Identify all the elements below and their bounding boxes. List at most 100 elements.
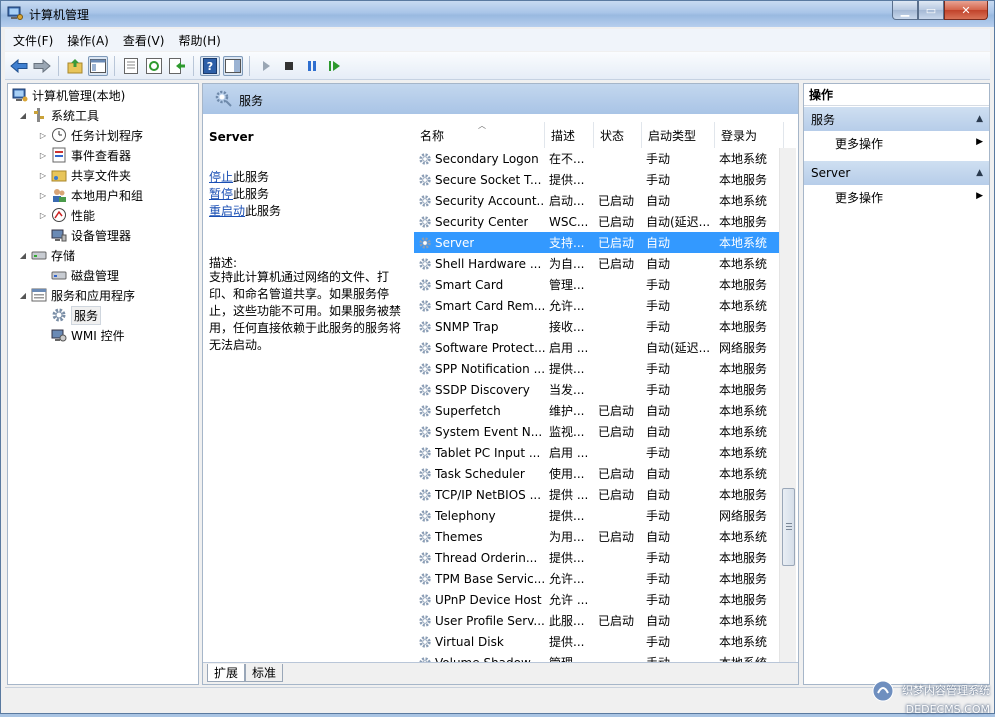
expand-icon[interactable]: ▷ bbox=[38, 171, 48, 180]
gear-icon bbox=[419, 446, 431, 459]
pause-service-link[interactable]: 暂停 bbox=[209, 187, 233, 201]
tree-item-shared-folders[interactable]: ▷ 共享文件夹 bbox=[38, 165, 131, 185]
restart-service-button[interactable] bbox=[325, 56, 345, 76]
column-header-name[interactable]: ︿ 名称 bbox=[414, 121, 545, 148]
table-row[interactable]: Telephony 提供... 手动 网络服务 bbox=[414, 505, 784, 526]
menu-file[interactable]: 文件(F) bbox=[5, 32, 59, 49]
tree-item-performance[interactable]: ▷ 性能 bbox=[38, 205, 95, 225]
collapse-icon[interactable]: ◢ bbox=[18, 291, 28, 300]
more-actions-server[interactable]: 更多操作 ▶ bbox=[804, 186, 989, 208]
start-service-button[interactable] bbox=[256, 56, 276, 76]
table-row[interactable]: TCP/IP NetBIOS ... 提供 ... 已启动 自动 本地服务 bbox=[414, 484, 784, 505]
service-description-cell: 维护... bbox=[549, 404, 585, 418]
table-row[interactable]: Themes 为用... 已启动 自动 本地系统 bbox=[414, 526, 784, 547]
properties-button[interactable] bbox=[121, 56, 141, 76]
service-logon-cell: 本地系统 bbox=[719, 152, 768, 166]
title-bar[interactable]: 计算机管理 ▁ ▭ ✕ bbox=[1, 1, 994, 27]
device-manager-icon bbox=[51, 229, 67, 242]
users-icon bbox=[53, 189, 66, 202]
table-row[interactable]: Security Account... 启动... 已启动 自动 本地系统 bbox=[414, 190, 784, 211]
collapse-icon[interactable]: ◢ bbox=[18, 111, 28, 120]
service-description-cell: 提供... bbox=[549, 173, 585, 187]
forward-button[interactable] bbox=[32, 56, 52, 76]
table-row[interactable]: UPnP Device Host 允许 ... 手动 本地服务 bbox=[414, 589, 784, 610]
tree-item-disk-management[interactable]: 磁盘管理 bbox=[51, 265, 119, 285]
more-actions-services[interactable]: 更多操作 ▶ bbox=[804, 132, 989, 154]
expand-icon[interactable]: ▷ bbox=[38, 131, 48, 140]
table-row[interactable]: Tablet PC Input ... 启用 ... 手动 本地系统 bbox=[414, 442, 784, 463]
stop-service-button[interactable] bbox=[279, 56, 299, 76]
actions-section-services[interactable]: 服务 ▲ bbox=[804, 107, 989, 131]
tree-item-local-users[interactable]: ▷ 本地用户和组 bbox=[38, 185, 143, 205]
refresh-button[interactable] bbox=[144, 56, 164, 76]
expand-icon[interactable]: ▷ bbox=[38, 151, 48, 160]
table-row[interactable]: SNMP Trap 接收... 手动 本地服务 bbox=[414, 316, 784, 337]
submenu-arrow-icon: ▶ bbox=[976, 137, 983, 147]
minimize-button[interactable]: ▁ bbox=[892, 1, 918, 20]
actions-section-server[interactable]: Server ▲ bbox=[804, 161, 989, 185]
table-row[interactable]: Server 支持... 已启动 自动 本地系统 bbox=[414, 232, 784, 253]
export-list-button[interactable] bbox=[167, 56, 187, 76]
vertical-scrollbar[interactable] bbox=[779, 148, 796, 662]
table-row[interactable]: SPP Notification ... 提供... 手动 本地服务 bbox=[414, 358, 784, 379]
column-header-description[interactable]: 描述 bbox=[545, 122, 594, 148]
menu-help[interactable]: 帮助(H) bbox=[170, 32, 226, 49]
table-row[interactable]: Virtual Disk 提供... 手动 本地系统 bbox=[414, 631, 784, 652]
table-row[interactable]: Task Scheduler 使用... 已启动 自动 本地系统 bbox=[414, 463, 784, 484]
table-row[interactable]: Software Protect... 启用 ... 自动(延迟... 网络服务 bbox=[414, 337, 784, 358]
restart-service-link[interactable]: 重启动 bbox=[209, 204, 245, 218]
table-row[interactable]: Thread Orderin... 提供... 手动 本地服务 bbox=[414, 547, 784, 568]
service-name-cell: SNMP Trap bbox=[414, 320, 545, 334]
help-button[interactable]: ? bbox=[200, 55, 220, 76]
table-row[interactable]: Secondary Logon 在不... 手动 本地系统 bbox=[414, 148, 784, 169]
expand-icon[interactable]: ▷ bbox=[38, 211, 48, 220]
tree-item-label: 服务和应用程序 bbox=[51, 288, 136, 303]
tree-item-services[interactable]: 服务 bbox=[51, 305, 102, 325]
table-row[interactable]: SSDP Discovery 当发... 手动 本地服务 bbox=[414, 379, 784, 400]
tree-item-storage[interactable]: ◢ 存储 bbox=[18, 245, 75, 265]
actions-title: 操作 bbox=[804, 84, 989, 106]
table-row[interactable]: Smart Card 管理... 手动 本地服务 bbox=[414, 274, 784, 295]
show-hide-action-pane-button[interactable] bbox=[223, 55, 243, 76]
selected-service-name: Server bbox=[209, 130, 254, 144]
table-row[interactable]: Secure Socket T... 提供... 手动 本地服务 bbox=[414, 169, 784, 190]
scrollbar-thumb[interactable] bbox=[782, 488, 795, 566]
tree-item-device-manager[interactable]: 设备管理器 bbox=[51, 225, 131, 245]
table-row[interactable]: Security Center WSC... 已启动 自动(延迟... 本地服务 bbox=[414, 211, 784, 232]
stop-service-link[interactable]: 停止 bbox=[209, 170, 233, 184]
table-row[interactable]: System Event N... 监视... 已启动 自动 本地系统 bbox=[414, 421, 784, 442]
menu-action[interactable]: 操作(A) bbox=[59, 32, 115, 49]
back-button[interactable] bbox=[9, 56, 29, 76]
show-hide-tree-button[interactable] bbox=[88, 55, 108, 76]
tab-standard[interactable]: 标准 bbox=[245, 664, 284, 682]
table-row[interactable]: User Profile Serv... 此服... 已启动 自动 本地系统 bbox=[414, 610, 784, 631]
expand-icon[interactable]: ▷ bbox=[38, 191, 48, 200]
tab-extended[interactable]: 扩展 bbox=[207, 664, 246, 682]
restart-service-row: 重启动此服务 bbox=[209, 202, 281, 219]
service-status-cell: 已启动 bbox=[598, 467, 635, 481]
column-header-log-on-as[interactable]: 登录为 bbox=[715, 122, 784, 148]
service-status-cell: 已启动 bbox=[598, 215, 635, 229]
toolbar: ? bbox=[5, 52, 990, 80]
column-header-startup-type[interactable]: 启动类型 bbox=[642, 122, 715, 148]
table-row[interactable]: Superfetch 维护... 已启动 自动 本地系统 bbox=[414, 400, 784, 421]
tree-item-event-viewer[interactable]: ▷ 事件查看器 bbox=[38, 145, 131, 165]
table-row[interactable]: TPM Base Servic... 允许... 手动 本地服务 bbox=[414, 568, 784, 589]
table-row[interactable]: Volume Shadow ...管理...手动本地系统 bbox=[414, 652, 784, 662]
column-header-status[interactable]: 状态 bbox=[594, 122, 642, 148]
maximize-button[interactable]: ▭ bbox=[918, 1, 944, 20]
tree-item-wmi[interactable]: WMI 控件 bbox=[51, 325, 125, 345]
tree-item-system-tools[interactable]: ◢ 系统工具 bbox=[18, 105, 99, 125]
close-button[interactable]: ✕ bbox=[944, 1, 988, 20]
pause-service-button[interactable] bbox=[302, 56, 322, 76]
table-row[interactable]: Shell Hardware ... 为自... 已启动 自动 本地系统 bbox=[414, 253, 784, 274]
tree-item-task-scheduler[interactable]: ▷ 任务计划程序 bbox=[38, 125, 143, 145]
table-row[interactable]: Smart Card Rem... 允许... 手动 本地系统 bbox=[414, 295, 784, 316]
up-level-button[interactable] bbox=[65, 56, 85, 76]
service-logon-cell: 本地服务 bbox=[719, 278, 768, 292]
tree-item-services-apps[interactable]: ◢ 服务和应用程序 bbox=[18, 285, 135, 305]
collapse-icon[interactable]: ◢ bbox=[18, 251, 28, 260]
tree-item-root[interactable]: 计算机管理(本地) bbox=[12, 85, 125, 105]
menu-view[interactable]: 查看(V) bbox=[115, 32, 171, 49]
service-startup-cell: 手动 bbox=[646, 362, 671, 376]
